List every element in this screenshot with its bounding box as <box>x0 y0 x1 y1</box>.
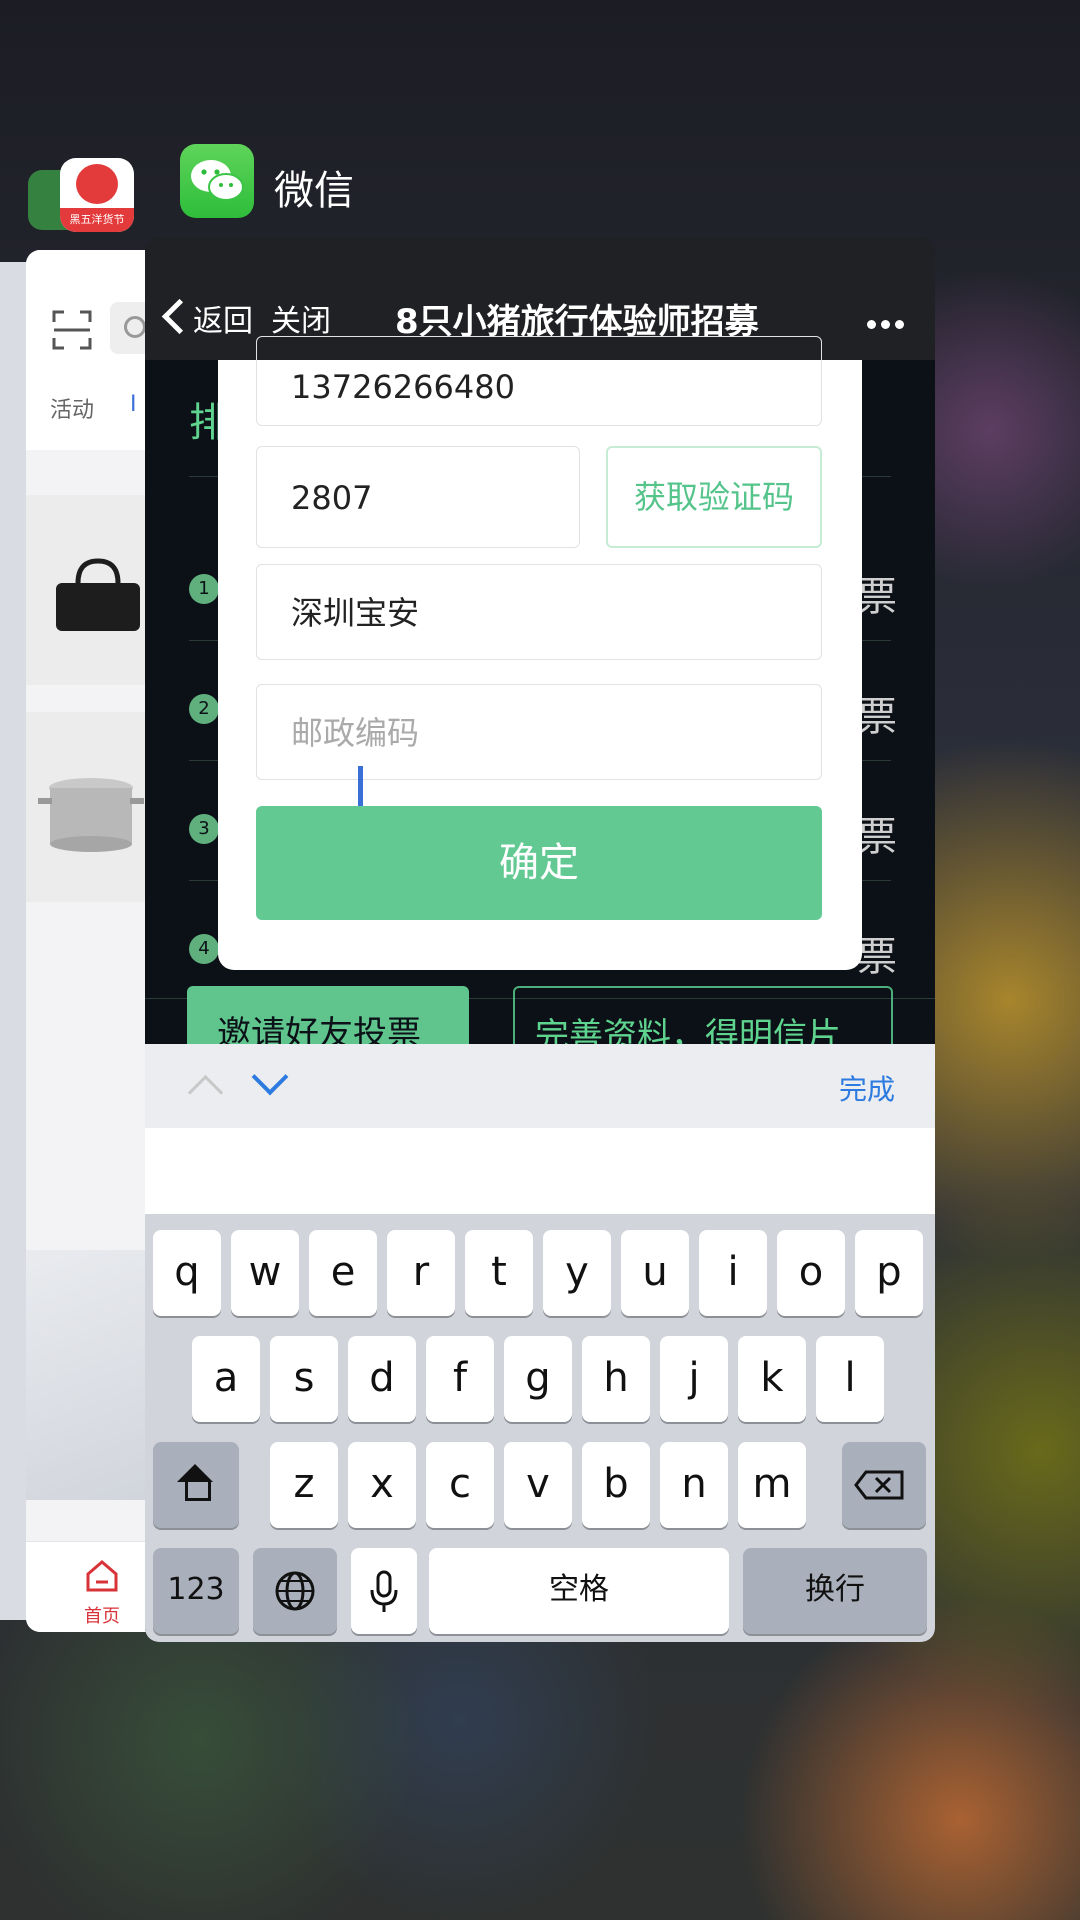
backspace-icon <box>854 1470 904 1500</box>
done-button[interactable]: 完成 <box>839 1068 895 1108</box>
numbers-key[interactable]: 123 <box>153 1548 239 1634</box>
key-k[interactable]: k <box>738 1336 806 1422</box>
address-field[interactable]: 深圳宝安 <box>256 564 822 660</box>
rank-number-1: 1 <box>189 574 219 604</box>
confirm-button[interactable]: 确定 <box>256 806 822 920</box>
tab-activity[interactable]: 活动 <box>50 392 94 424</box>
key-t[interactable]: t <box>465 1230 533 1316</box>
key-z[interactable]: z <box>270 1442 338 1528</box>
key-i[interactable]: i <box>699 1230 767 1316</box>
text-cursor <box>358 766 363 808</box>
key-x[interactable]: x <box>348 1442 416 1528</box>
koala-app-icon[interactable]: 黑五洋货节 <box>60 158 134 232</box>
next-field-icon[interactable] <box>251 1058 289 1096</box>
bag-image <box>56 558 140 631</box>
signup-modal: 13726266480 2807 获取验证码 深圳宝安 邮政编码 确定 <box>218 336 862 970</box>
back-button[interactable]: 返回 <box>193 296 253 340</box>
pot-image <box>38 778 144 852</box>
scan-icon[interactable] <box>52 310 92 350</box>
key-s[interactable]: s <box>270 1336 338 1422</box>
key-v[interactable]: v <box>504 1442 572 1528</box>
wechat-app-card[interactable]: 返回 关闭 8只小猪旅行体验师招募 排 1 票 2 票 3 票 4 票 邀请好友… <box>145 238 935 1642</box>
shift-key[interactable] <box>153 1442 239 1528</box>
space-key[interactable]: 空格 <box>429 1548 729 1634</box>
key-a[interactable]: a <box>192 1336 260 1422</box>
microphone-icon <box>370 1570 398 1612</box>
wechat-bubbles-icon <box>191 160 244 201</box>
rank-votes-4: 票 <box>857 934 897 980</box>
key-c[interactable]: c <box>426 1442 494 1528</box>
wechat-app-icon[interactable] <box>180 144 254 218</box>
key-q[interactable]: q <box>153 1230 221 1316</box>
verification-code-field[interactable]: 2807 <box>256 446 580 548</box>
key-e[interactable]: e <box>309 1230 377 1316</box>
koala-face-icon <box>76 164 118 204</box>
more-options-icon[interactable] <box>867 314 909 333</box>
tab-second[interactable]: I <box>130 392 137 417</box>
key-u[interactable]: u <box>621 1230 689 1316</box>
key-m[interactable]: m <box>738 1442 806 1528</box>
home-icon[interactable] <box>84 1558 120 1594</box>
key-d[interactable]: d <box>348 1336 416 1422</box>
home-tab-label[interactable]: 首页 <box>84 1602 120 1628</box>
wechat-app-title: 微信 <box>274 168 354 214</box>
delete-key[interactable] <box>842 1442 926 1528</box>
globe-icon <box>275 1571 315 1611</box>
candidate-bar <box>145 1128 935 1214</box>
globe-key[interactable] <box>253 1548 337 1634</box>
key-n[interactable]: n <box>660 1442 728 1528</box>
rank-number-4: 4 <box>189 934 219 964</box>
key-g[interactable]: g <box>504 1336 572 1422</box>
search-icon <box>124 316 146 338</box>
microphone-key[interactable] <box>351 1548 417 1634</box>
previous-field-icon[interactable] <box>187 1074 224 1111</box>
shift-icon <box>177 1464 213 1482</box>
rank-number-2: 2 <box>189 694 219 724</box>
key-h[interactable]: h <box>582 1336 650 1422</box>
rank-number-3: 3 <box>189 814 219 844</box>
rank-votes-2: 票 <box>857 694 897 740</box>
phone-field[interactable]: 13726266480 <box>256 336 822 426</box>
zip-code-field[interactable]: 邮政编码 <box>256 684 822 780</box>
key-j[interactable]: j <box>660 1336 728 1422</box>
back-chevron-icon[interactable] <box>161 298 198 335</box>
shift-icon-stem <box>185 1482 211 1501</box>
keyboard-accessory-bar: 完成 <box>145 1044 935 1129</box>
key-l[interactable]: l <box>816 1336 884 1422</box>
key-r[interactable]: r <box>387 1230 455 1316</box>
rank-votes-1: 票 <box>857 574 897 620</box>
return-key[interactable]: 换行 <box>743 1548 927 1634</box>
key-w[interactable]: w <box>231 1230 299 1316</box>
key-p[interactable]: p <box>855 1230 923 1316</box>
close-button[interactable]: 关闭 <box>271 296 331 340</box>
key-y[interactable]: y <box>543 1230 611 1316</box>
keyboard: q w e r t y u i o p a s d f g h j k l z … <box>145 1214 935 1642</box>
key-o[interactable]: o <box>777 1230 845 1316</box>
get-code-button[interactable]: 获取验证码 <box>606 446 822 548</box>
key-b[interactable]: b <box>582 1442 650 1528</box>
rank-votes-3: 票 <box>857 814 897 860</box>
koala-badge: 黑五洋货节 <box>60 208 134 232</box>
key-f[interactable]: f <box>426 1336 494 1422</box>
